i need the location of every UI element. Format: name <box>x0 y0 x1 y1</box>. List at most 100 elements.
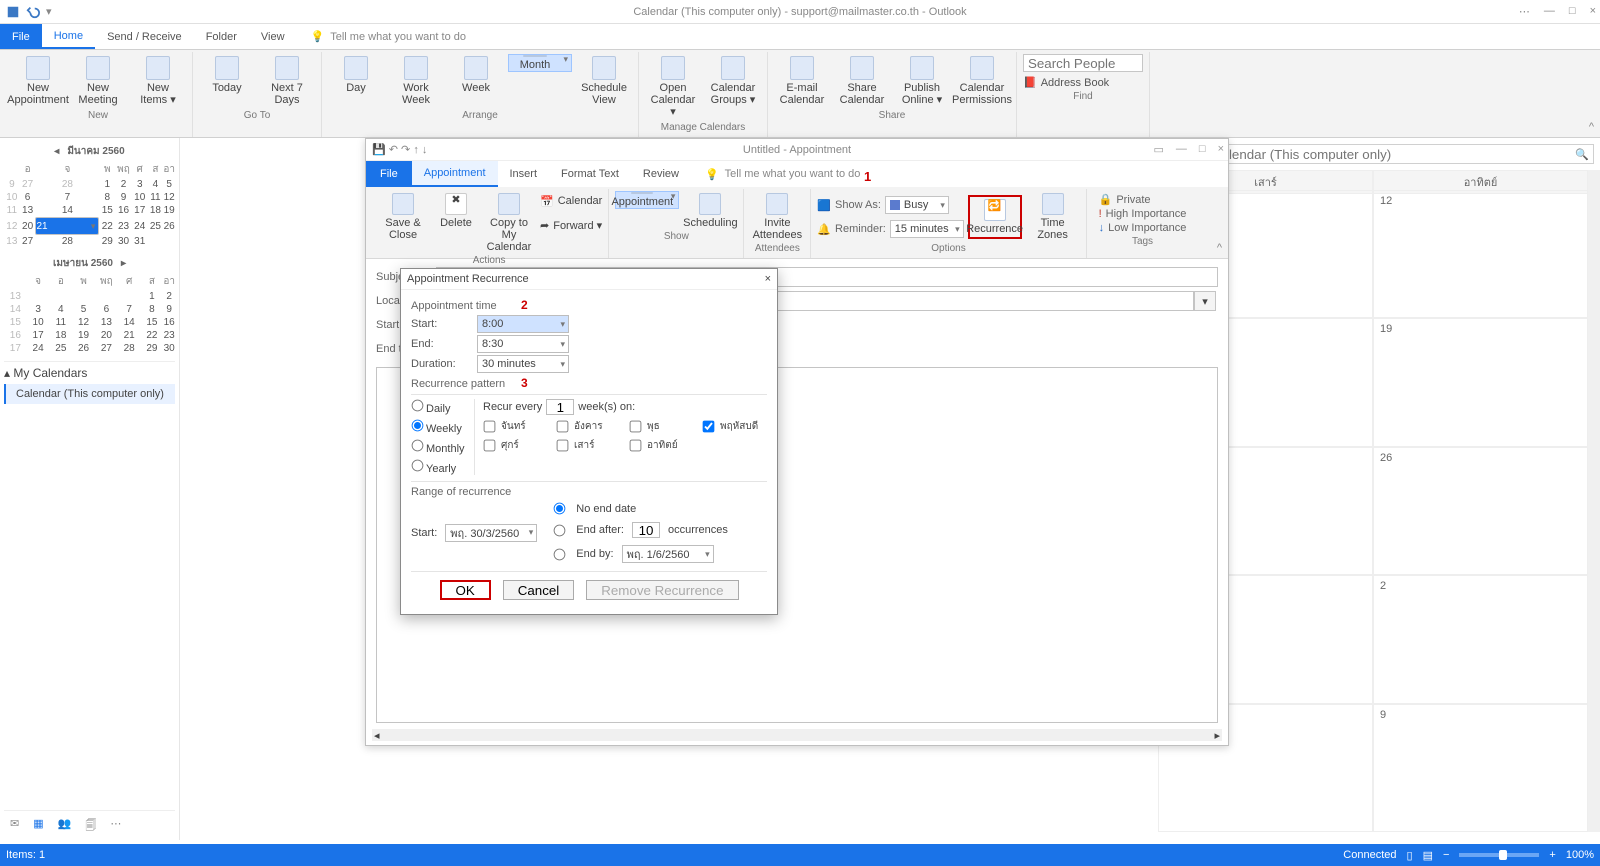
weekday-checkbox[interactable]: อาทิตย์ <box>629 438 694 453</box>
mini-cal-day[interactable]: 28 <box>118 342 141 355</box>
mini-cal-day[interactable]: 29 <box>141 342 164 355</box>
calendar-cell[interactable]: 9 <box>1373 704 1588 832</box>
aw-tab-format[interactable]: Format Text <box>549 161 631 187</box>
mini-cal-day[interactable]: 11 <box>49 316 72 329</box>
aw-tab-review[interactable]: Review <box>631 161 691 187</box>
tab-folder[interactable]: Folder <box>194 24 249 49</box>
aw-undo-icon[interactable]: ↶ <box>389 144 398 156</box>
mini-cal-day[interactable]: 22 <box>99 217 115 235</box>
next7-button[interactable]: Next 7 Days <box>259 54 315 108</box>
copy-to-my-cal-button[interactable]: Copy to My Calendar <box>482 191 536 255</box>
pattern-daily-radio[interactable]: Daily <box>411 399 470 415</box>
recur-duration-select[interactable]: 30 minutes <box>477 355 569 373</box>
mini-cal-day[interactable]: 12 <box>72 316 95 329</box>
mini-cal-day[interactable]: 23 <box>163 329 175 342</box>
mini-calendar-april[interactable]: เมษายน 2560▸ จอพพฤศสอา131214345678915101… <box>4 254 175 355</box>
aw-close[interactable]: × <box>1218 143 1224 156</box>
mini-cal-day[interactable]: 24 <box>27 342 50 355</box>
share-calendar-button[interactable]: Share Calendar <box>834 54 890 108</box>
mini-cal-day[interactable]: 27 <box>20 235 36 248</box>
mini-cal-day[interactable]: 17 <box>132 204 148 217</box>
mini-cal-day[interactable]: 21 <box>35 217 99 235</box>
forward-button[interactable]: ➦Forward ▾ <box>540 215 602 235</box>
aw-save-icon[interactable]: 💾 <box>372 144 386 156</box>
weekday-checkbox[interactable]: ศุกร์ <box>483 438 548 453</box>
new-meeting-button[interactable]: New Meeting <box>70 54 126 108</box>
new-items-button[interactable]: New Items ▾ <box>130 54 186 108</box>
email-calendar-button[interactable]: E-mail Calendar <box>774 54 830 108</box>
window-close[interactable]: × <box>1590 5 1596 18</box>
mini-cal-day[interactable]: 21 <box>118 329 141 342</box>
mini-cal-day[interactable]: 20 <box>20 217 36 235</box>
tell-me-search[interactable]: 💡 Tell me what you want to do <box>297 24 466 49</box>
schedule-view-button[interactable]: Schedule View <box>576 54 632 108</box>
reminder-select[interactable]: 15 minutes <box>890 220 964 238</box>
zoom-slider[interactable] <box>1459 853 1539 857</box>
view-normal-icon[interactable]: ▯ <box>1407 849 1413 862</box>
time-zones-button[interactable]: Time Zones <box>1026 191 1080 243</box>
mini-cal-day[interactable]: 4 <box>148 178 164 191</box>
publish-online-button[interactable]: Publish Online ▾ <box>894 54 950 108</box>
recur-end-select[interactable]: 8:30 <box>477 335 569 353</box>
mini-cal-day[interactable]: 31 <box>132 235 148 248</box>
calendar-groups-button[interactable]: Calendar Groups ▾ <box>705 54 761 108</box>
aw-minimize[interactable]: — <box>1176 143 1187 156</box>
mini-cal-day[interactable]: 14 <box>35 204 99 217</box>
mini-cal-day[interactable]: 25 <box>49 342 72 355</box>
mini-cal-day[interactable]: 26 <box>163 217 175 235</box>
mini-cal-day[interactable]: 2 <box>115 178 132 191</box>
recur-every-input[interactable] <box>546 399 574 415</box>
aw-tab-insert[interactable]: Insert <box>498 161 550 187</box>
end-by-select[interactable]: พฤ. 1/6/2560 <box>622 545 714 563</box>
mini-cal-day[interactable]: 30 <box>115 235 132 248</box>
mini-cal-day[interactable] <box>49 290 72 303</box>
mini-cal-day[interactable] <box>148 235 164 248</box>
mini-cal-day[interactable]: 16 <box>115 204 132 217</box>
low-importance-toggle[interactable]: ↓Low Importance <box>1099 222 1187 234</box>
qat-more-icon[interactable]: ▾ <box>46 5 60 19</box>
mini-cal-day[interactable] <box>118 290 141 303</box>
mini-cal-day[interactable] <box>95 290 118 303</box>
mini-cal-day[interactable]: 24 <box>132 217 148 235</box>
aw-maximize[interactable]: □ <box>1199 143 1206 156</box>
my-calendars-header[interactable]: ▴ My Calendars <box>4 361 175 382</box>
private-toggle[interactable]: 🔒Private <box>1099 193 1187 206</box>
delete-button[interactable]: ✖Delete <box>434 191 478 231</box>
range-start-select[interactable]: พฤ. 30/3/2560 <box>445 524 537 542</box>
mini-cal-day[interactable]: 1 <box>141 290 164 303</box>
weekday-checkbox[interactable]: พฤหัสบดี <box>702 419 767 434</box>
window-minimize[interactable]: — <box>1544 5 1555 18</box>
calendar-cell[interactable]: 19 <box>1373 318 1588 446</box>
aw-h-scrollbar[interactable]: ◂▸ <box>372 729 1222 741</box>
mini-cal-day[interactable]: 13 <box>95 316 118 329</box>
address-book-button[interactable]: 📕 Address Book <box>1023 76 1109 89</box>
end-by-radio[interactable]: End by:พฤ. 1/6/2560 <box>553 543 728 565</box>
show-appointment-button[interactable]: Appointment <box>615 191 679 209</box>
aw-down-icon[interactable]: ↓ <box>422 144 428 156</box>
aw-up-icon[interactable]: ↑ <box>413 144 419 156</box>
mini-calendar-march[interactable]: ◂มีนาคม 2560 อจพพฤศสอา927281234510678910… <box>4 142 175 248</box>
mini-cal-day[interactable]: 7 <box>118 303 141 316</box>
pattern-yearly-radio[interactable]: Yearly <box>411 459 470 475</box>
mini-cal-day[interactable]: 8 <box>141 303 164 316</box>
show-as-select[interactable]: Busy <box>885 196 949 214</box>
mini-cal-day[interactable]: 9 <box>163 303 175 316</box>
scheduling-button[interactable]: Scheduling <box>683 191 737 231</box>
calendar-link-button[interactable]: 📅Calendar <box>540 191 602 211</box>
calendar-scrollbar-vertical[interactable] <box>1588 170 1600 832</box>
mini-cal-day[interactable]: 4 <box>49 303 72 316</box>
calendar-cell[interactable]: 12 <box>1373 190 1588 318</box>
calendar-cell[interactable]: 26 <box>1373 447 1588 575</box>
mini-cal-day[interactable]: 19 <box>72 329 95 342</box>
save-close-button[interactable]: Save & Close <box>376 191 430 243</box>
calendar-cell[interactable]: 2 <box>1373 575 1588 703</box>
mini-cal-day[interactable]: 26 <box>72 342 95 355</box>
search-icon[interactable]: 🔍 <box>1575 148 1589 161</box>
aw-min-icon[interactable]: ▭ <box>1154 143 1164 156</box>
nav-more-icon[interactable]: ⋯ <box>110 817 121 836</box>
aw-tab-file[interactable]: File <box>366 161 412 187</box>
invite-attendees-button[interactable]: Invite Attendees <box>750 191 804 243</box>
zoom-in-icon[interactable]: + <box>1549 849 1555 861</box>
recurrence-button[interactable]: 🔁Recurrence <box>968 195 1022 239</box>
aw-redo-icon[interactable]: ↷ <box>401 144 410 156</box>
